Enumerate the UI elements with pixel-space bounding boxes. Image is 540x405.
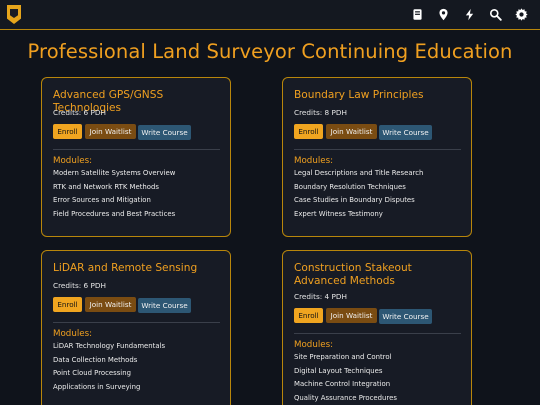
map-pin-icon[interactable]	[437, 8, 450, 21]
course-title: LiDAR and Remote Sensing	[53, 262, 198, 274]
modules-heading: Modules:	[53, 156, 93, 166]
module-item: Digital Layout Techniques	[294, 366, 383, 375]
join-waitlist-button[interactable]: Join Waitlist	[85, 124, 136, 139]
top-navbar	[0, 0, 540, 30]
page-title: Professional Land Surveyor Continuing Ed…	[27, 40, 513, 63]
modules-heading: Modules:	[53, 329, 93, 339]
module-item: Case Studies in Boundary Disputes	[294, 196, 415, 204]
module-item: Modern Satellite Systems Overview	[53, 169, 176, 177]
card-divider	[294, 149, 461, 150]
book-icon[interactable]	[411, 8, 424, 21]
module-list: Legal Descriptions and Title Research Bo…	[294, 167, 423, 221]
module-item: Site Preparation and Control	[294, 353, 392, 361]
module-item: Field Procedures and Best Practices	[53, 209, 176, 218]
module-list: Modern Satellite Systems Overview RTK an…	[53, 167, 175, 221]
gear-icon[interactable]	[515, 8, 528, 21]
join-waitlist-button[interactable]: Join Waitlist	[326, 124, 377, 139]
write-course-button[interactable]: Write Course	[379, 309, 432, 324]
course-credits: Credits: 6 PDH	[53, 108, 106, 117]
module-list: LiDAR Technology Fundamentals Data Colle…	[53, 340, 165, 394]
course-card: Construction Stakeout Advanced Methods C…	[282, 250, 472, 405]
module-item: RTK and Network RTK Methods	[53, 182, 159, 191]
join-waitlist-button[interactable]: Join Waitlist	[326, 308, 377, 323]
course-card: Boundary Law Principles Credits: 8 PDH E…	[282, 77, 472, 237]
course-credits: Credits: 4 PDH	[294, 292, 347, 301]
module-item: LiDAR Technology Fundamentals	[53, 342, 166, 350]
module-item: Applications in Surveying	[53, 382, 141, 391]
module-item: Expert Witness Testimony	[294, 209, 383, 218]
module-item: Quality Assurance Procedures	[294, 393, 397, 402]
lightning-icon[interactable]	[463, 8, 476, 21]
card-divider	[294, 333, 461, 334]
write-course-button[interactable]: Write Course	[138, 298, 191, 313]
module-item: Boundary Resolution Techniques	[294, 182, 406, 191]
search-icon[interactable]	[489, 8, 502, 21]
enroll-button[interactable]: Enroll	[53, 297, 82, 312]
join-waitlist-button[interactable]: Join Waitlist	[85, 297, 136, 312]
course-title: Boundary Law Principles	[294, 89, 424, 101]
nav-icon-group	[411, 8, 528, 21]
card-divider	[53, 149, 220, 150]
modules-heading: Modules:	[294, 340, 334, 350]
module-item: Machine Control Integration	[294, 380, 391, 388]
course-credits: Credits: 8 PDH	[294, 108, 347, 117]
module-item: Point Cloud Processing	[53, 369, 131, 377]
course-credits: Credits: 6 PDH	[53, 281, 106, 290]
enroll-button[interactable]: Enroll	[294, 308, 323, 323]
logo-icon[interactable]	[7, 5, 21, 24]
enroll-button[interactable]: Enroll	[294, 124, 323, 139]
course-card: LiDAR and Remote Sensing Credits: 6 PDH …	[41, 250, 231, 405]
enroll-button[interactable]: Enroll	[53, 124, 82, 139]
course-card: Advanced GPS/GNSS Technologies Credits: …	[41, 77, 231, 237]
write-course-button[interactable]: Write Course	[138, 125, 191, 140]
modules-heading: Modules:	[294, 156, 334, 166]
write-course-button[interactable]: Write Course	[379, 125, 432, 140]
module-item: Error Sources and Mitigation	[53, 196, 151, 204]
module-list: Site Preparation and Control Digital Lay…	[294, 351, 397, 405]
module-item: Data Collection Methods	[53, 355, 138, 364]
module-item: Legal Descriptions and Title Research	[294, 169, 424, 177]
course-title: Construction Stakeout Advanced Methods	[294, 262, 412, 287]
card-divider	[53, 322, 220, 323]
